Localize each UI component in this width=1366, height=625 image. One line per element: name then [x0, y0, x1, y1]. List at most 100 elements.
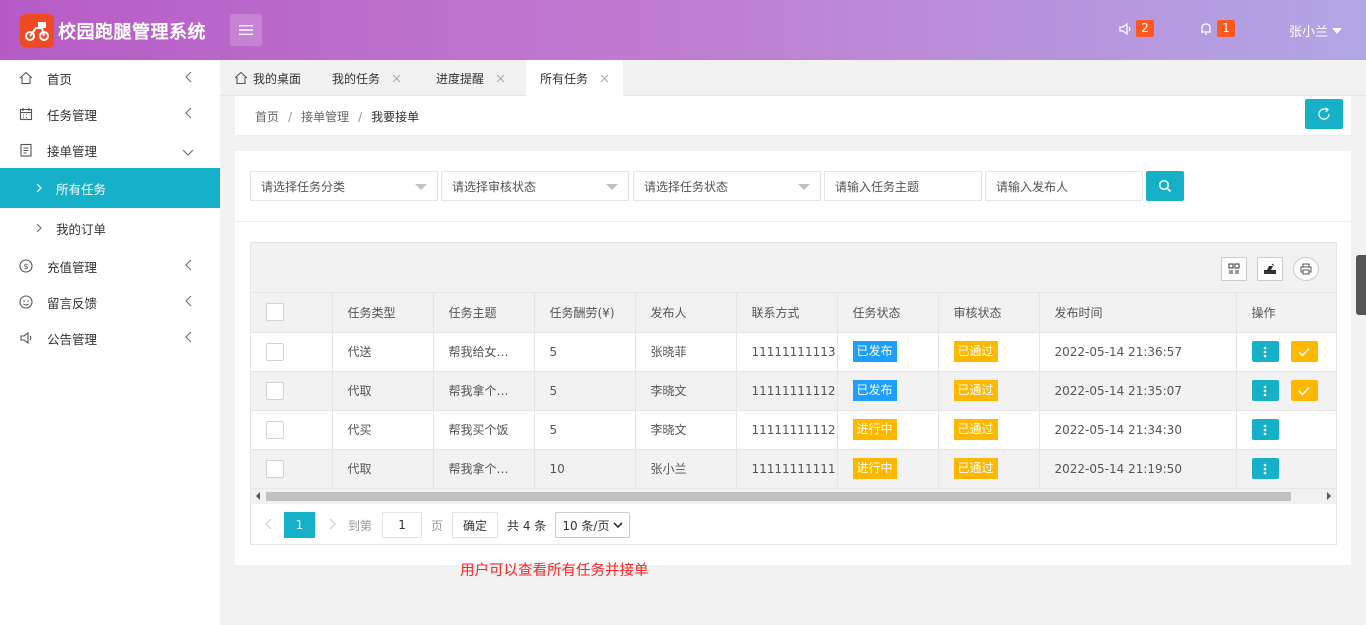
printer-icon: [1300, 263, 1312, 275]
row-checkbox[interactable]: [266, 342, 284, 361]
row-checkbox[interactable]: [266, 381, 284, 400]
sidebar-item-home[interactable]: 首页: [0, 60, 220, 96]
home-icon: [234, 71, 248, 85]
goto-page-input[interactable]: 1: [382, 512, 423, 538]
breadcrumb-item[interactable]: 接单管理: [301, 110, 349, 124]
speaker-icon: [1119, 22, 1131, 35]
app-title: 校园跑腿管理系统: [58, 22, 206, 43]
row-checkbox[interactable]: [266, 420, 284, 439]
column-header[interactable]: 联系方式: [736, 293, 838, 333]
user-menu[interactable]: 张小兰: [1289, 21, 1342, 40]
more-button[interactable]: [1251, 341, 1279, 362]
cell-status: 进行中: [837, 449, 939, 489]
table-toolbar: [251, 243, 1336, 293]
select-all-cell: [251, 293, 333, 333]
chevron-right-icon: [36, 181, 42, 196]
accept-button[interactable]: [1290, 341, 1318, 362]
cell-publisher: 张小兰: [635, 449, 737, 489]
select-all-checkbox[interactable]: [266, 303, 284, 322]
more-button[interactable]: [1251, 458, 1279, 479]
tab-bar: 我的桌面 我的任务 进度提醒 所有任务: [220, 60, 1366, 96]
close-icon[interactable]: [600, 74, 609, 83]
more-button[interactable]: [1251, 380, 1279, 401]
columns-filter-button[interactable]: [1221, 257, 1247, 281]
task-table: 任务类型 任务主题 任务酬劳(¥) 发布人 联系方式 任务状态 审核状态 发布时…: [250, 242, 1337, 545]
sidebar-item-my-orders[interactable]: 我的订单: [0, 208, 220, 248]
column-header[interactable]: 审核状态: [938, 293, 1040, 333]
more-vertical-icon: [1263, 424, 1267, 435]
clipboard-icon: [18, 142, 34, 158]
horizontal-scrollbar[interactable]: [251, 489, 1336, 504]
notification-button[interactable]: 1: [1199, 20, 1235, 37]
print-button[interactable]: [1293, 257, 1319, 281]
chevron-left-icon: [184, 295, 192, 310]
cell-phone: 11111111111: [736, 449, 838, 489]
face-icon: [18, 294, 34, 310]
cell-status: 已发布: [837, 332, 939, 372]
page-size-select[interactable]: 10 条/页: [555, 512, 631, 538]
cell-type: 代取: [332, 371, 434, 411]
calendar-icon: [18, 106, 34, 122]
sidebar-item-all-tasks[interactable]: 所有任务: [0, 168, 220, 208]
column-header[interactable]: 发布时间: [1039, 293, 1237, 333]
refresh-button[interactable]: [1305, 99, 1343, 129]
search-button[interactable]: [1146, 171, 1184, 201]
task-category-select[interactable]: 请选择任务分类: [250, 171, 438, 201]
more-button[interactable]: [1251, 419, 1279, 440]
cell-publisher: 李晓文: [635, 371, 737, 411]
tab-my-tasks[interactable]: 我的任务: [318, 60, 415, 96]
table-row: 代取 帮我拿个… 5 李晓文 11111111112 已发布 已通过 2022-…: [251, 371, 1337, 411]
audit-status-select[interactable]: 请选择审核状态: [441, 171, 629, 201]
announcement-button[interactable]: 2: [1118, 20, 1154, 37]
prev-page-icon[interactable]: [265, 518, 272, 533]
tab-desktop[interactable]: 我的桌面: [220, 60, 315, 96]
divider: [235, 221, 1351, 222]
top-header: 校园跑腿管理系统 2 1 张小兰: [0, 0, 1366, 60]
sidebar-item-order-manage[interactable]: 接单管理: [0, 132, 220, 168]
cell-reward: 5: [534, 371, 636, 411]
breadcrumb-item[interactable]: 首页: [255, 110, 279, 124]
task-subject-input[interactable]: 请输入任务主题: [824, 171, 982, 201]
column-header[interactable]: 任务类型: [332, 293, 434, 333]
column-header[interactable]: 任务主题: [433, 293, 535, 333]
next-page-icon[interactable]: [329, 518, 336, 533]
table-row: 代送 帮我给女… 5 张晓菲 11111111113 已发布 已通过 2022-…: [251, 332, 1337, 372]
cell-subject: 帮我拿个…: [433, 449, 535, 489]
task-status-select[interactable]: 请选择任务状态: [633, 171, 821, 201]
close-icon[interactable]: [496, 74, 505, 83]
check-icon: [1298, 347, 1310, 357]
sidebar-item-label: 首页: [47, 71, 73, 87]
chevron-left-icon: [184, 259, 192, 274]
column-header[interactable]: 发布人: [635, 293, 737, 333]
export-button[interactable]: [1257, 257, 1283, 281]
app-logo[interactable]: 校园跑腿管理系统: [20, 14, 206, 48]
sidebar-item-announcement[interactable]: 公告管理: [0, 320, 220, 356]
hamburger-icon: [239, 25, 253, 35]
goto-confirm-button[interactable]: 确定: [452, 512, 499, 538]
menu-toggle-button[interactable]: [230, 14, 262, 46]
sidebar-item-feedback[interactable]: 留言反馈: [0, 284, 220, 320]
column-header[interactable]: 任务酬劳(¥): [534, 293, 636, 333]
scroll-right-icon: [1327, 492, 1331, 500]
column-header[interactable]: 任务状态: [837, 293, 939, 333]
row-checkbox[interactable]: [266, 459, 284, 478]
bell-icon: [1201, 22, 1211, 35]
status-badge: 进行中: [852, 419, 897, 440]
caret-down-icon: [1332, 27, 1342, 34]
cell-actions: [1236, 410, 1337, 450]
select-placeholder: 请选择任务状态: [644, 179, 729, 194]
tab-progress[interactable]: 进度提醒: [422, 60, 519, 96]
side-widget[interactable]: [1356, 255, 1366, 315]
page-current[interactable]: 1: [284, 512, 315, 538]
column-header: 操作: [1236, 293, 1337, 333]
scrollbar-thumb[interactable]: [266, 492, 1291, 501]
sidebar-item-recharge[interactable]: $ 充值管理: [0, 248, 220, 284]
cell-actions: [1236, 449, 1337, 489]
close-icon[interactable]: [392, 74, 401, 83]
user-name: 张小兰: [1288, 25, 1328, 40]
tab-all-tasks[interactable]: 所有任务: [526, 60, 624, 96]
cell-phone: 11111111112: [736, 371, 838, 411]
sidebar-item-task-manage[interactable]: 任务管理: [0, 96, 220, 132]
publisher-input[interactable]: 请输入发布人: [985, 171, 1143, 201]
accept-button[interactable]: [1290, 380, 1318, 401]
